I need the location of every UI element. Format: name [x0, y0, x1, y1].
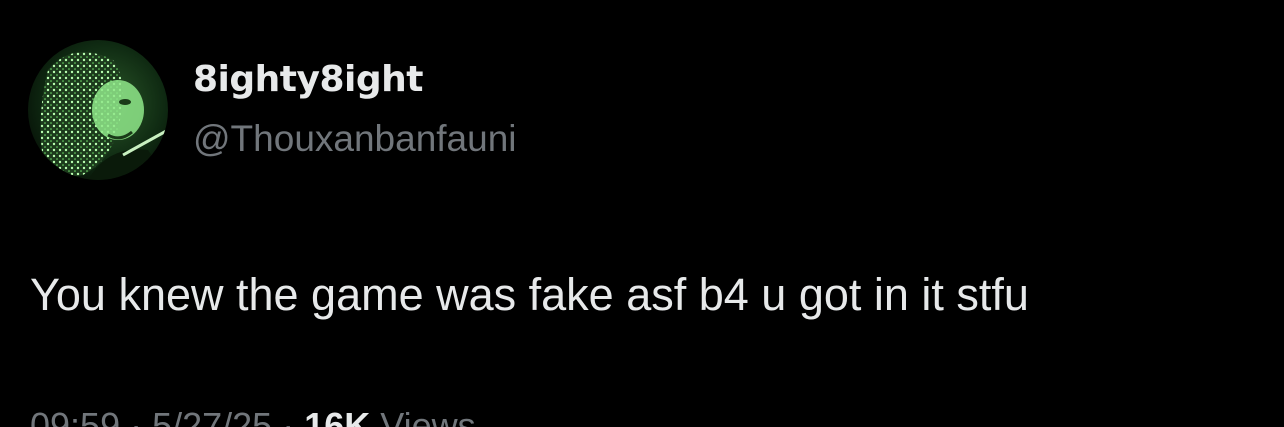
tweet-text: You knew the game was fake asf b4 u got … — [30, 269, 1029, 320]
display-name[interactable]: 8ighty8ight — [193, 58, 423, 102]
tweet-time[interactable]: 09:59 — [30, 405, 120, 427]
views-label: Views — [380, 405, 476, 427]
user-avatar[interactable] — [28, 40, 168, 180]
meta-separator: · — [282, 405, 295, 427]
tweet-card: 8ighty8ight @Thouxanbanfauni You knew th… — [0, 0, 1284, 427]
tweet-meta: 09:59 · 5/27/25 · 16K Views — [30, 404, 476, 427]
user-handle[interactable]: @Thouxanbanfauni — [193, 115, 517, 163]
meta-separator: · — [130, 405, 143, 427]
tweet-date[interactable]: 5/27/25 — [152, 405, 272, 427]
avatar-masked-person-icon — [28, 40, 168, 180]
views-count: 16K — [304, 405, 371, 427]
